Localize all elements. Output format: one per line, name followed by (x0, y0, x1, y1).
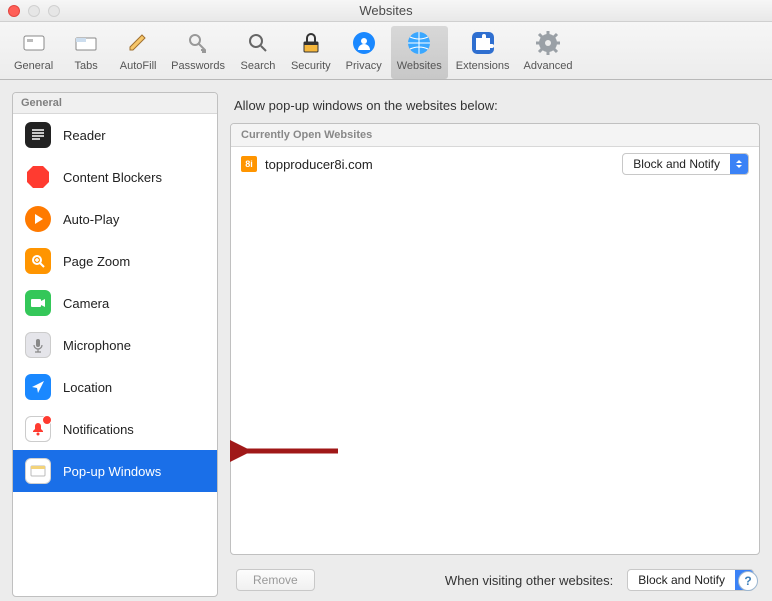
sidebar-item-page-zoom[interactable]: Page Zoom (13, 240, 217, 282)
sidebar-header: General (13, 93, 217, 114)
search-icon (243, 28, 273, 58)
sidebar-item-label: Camera (63, 296, 109, 311)
sidebar-item-label: Auto-Play (63, 212, 119, 227)
sidebar-item-reader[interactable]: Reader (13, 114, 217, 156)
sidebar-item-label: Pop-up Windows (63, 464, 161, 479)
websites-table: Currently Open Websites 8i topproducer8i… (230, 123, 760, 555)
popup-icon (25, 458, 51, 484)
bell-icon (25, 416, 51, 442)
gear-icon (533, 28, 563, 58)
reader-icon (25, 122, 51, 148)
site-action-select[interactable]: Block and Notify (622, 153, 749, 175)
sidebar-item-label: Page Zoom (63, 254, 130, 269)
main-panel: Allow pop-up windows on the websites bel… (230, 92, 760, 597)
play-icon (25, 206, 51, 232)
sidebar: General Reader Content Blockers Auto-Pla… (12, 92, 218, 597)
toolbar-search[interactable]: Search (233, 26, 283, 79)
location-icon (25, 374, 51, 400)
globe-icon (404, 28, 434, 58)
microphone-icon (25, 332, 51, 358)
toolbar-passwords[interactable]: Passwords (165, 26, 231, 79)
default-label: When visiting other websites: (445, 573, 613, 588)
toolbar-general[interactable]: General (8, 26, 59, 79)
site-name: topproducer8i.com (265, 157, 614, 172)
sidebar-item-microphone[interactable]: Microphone (13, 324, 217, 366)
toolbar-websites[interactable]: Websites (391, 26, 448, 79)
site-favicon: 8i (241, 156, 257, 172)
privacy-icon (349, 28, 379, 58)
lock-icon (296, 28, 326, 58)
pencil-icon (123, 28, 153, 58)
toolbar-advanced[interactable]: Advanced (518, 26, 579, 79)
switch-icon (19, 28, 49, 58)
remove-button[interactable]: Remove (236, 569, 315, 591)
notification-badge (42, 415, 52, 425)
sidebar-item-content-blockers[interactable]: Content Blockers (13, 156, 217, 198)
toolbar-security[interactable]: Security (285, 26, 337, 79)
stop-icon (25, 164, 51, 190)
help-button[interactable]: ? (738, 571, 758, 591)
sidebar-item-popup-windows[interactable]: Pop-up Windows (13, 450, 217, 492)
titlebar: Websites (0, 0, 772, 22)
zoom-icon (25, 248, 51, 274)
toolbar: General Tabs AutoFill Passwords Search S… (0, 22, 772, 80)
sidebar-item-notifications[interactable]: Notifications (13, 408, 217, 450)
sidebar-item-label: Microphone (63, 338, 131, 353)
main-caption: Allow pop-up windows on the websites bel… (230, 92, 760, 123)
toolbar-privacy[interactable]: Privacy (339, 26, 389, 79)
sidebar-item-label: Content Blockers (63, 170, 162, 185)
toolbar-autofill[interactable]: AutoFill (113, 26, 163, 79)
camera-icon (25, 290, 51, 316)
toolbar-tabs[interactable]: Tabs (61, 26, 111, 79)
sidebar-item-location[interactable]: Location (13, 366, 217, 408)
key-icon (183, 28, 213, 58)
default-action-select[interactable]: Block and Notify (627, 569, 754, 591)
chevrons-icon (730, 154, 748, 174)
sidebar-item-label: Notifications (63, 422, 134, 437)
toolbar-extensions[interactable]: Extensions (450, 26, 516, 79)
sidebar-item-label: Location (63, 380, 112, 395)
sidebar-item-label: Reader (63, 128, 106, 143)
table-header: Currently Open Websites (231, 124, 759, 147)
puzzle-icon (468, 28, 498, 58)
table-row[interactable]: 8i topproducer8i.com Block and Notify (231, 147, 759, 181)
bottom-bar: Remove When visiting other websites: Blo… (230, 555, 760, 597)
sidebar-item-camera[interactable]: Camera (13, 282, 217, 324)
window-title: Websites (0, 3, 772, 18)
content-area: General Reader Content Blockers Auto-Pla… (0, 80, 772, 601)
sidebar-item-auto-play[interactable]: Auto-Play (13, 198, 217, 240)
tabs-icon (71, 28, 101, 58)
